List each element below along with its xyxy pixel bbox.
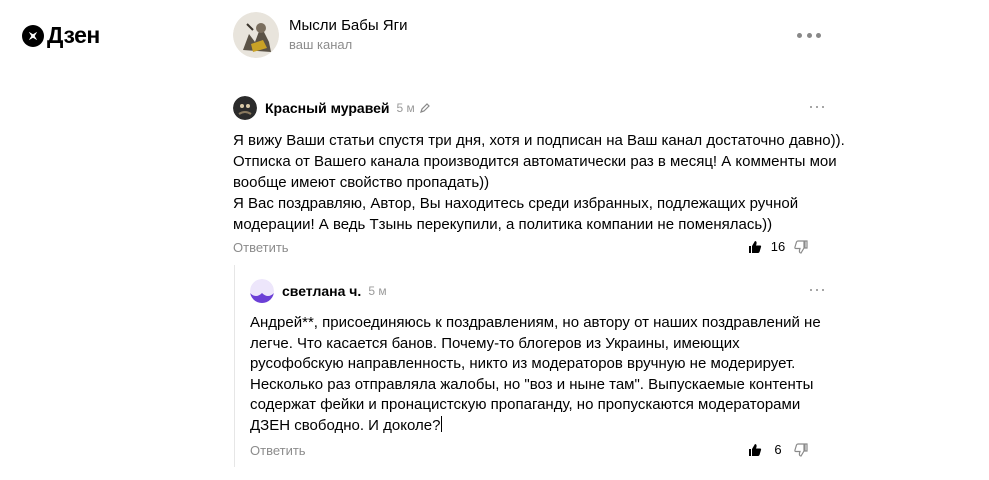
avatar[interactable]	[250, 279, 274, 303]
channel-header: Мысли Бабы Яги ваш канал	[233, 12, 407, 58]
like-count: 6	[774, 442, 782, 457]
comment: Красный муравей 5 м	[233, 96, 833, 120]
comment-more-icon[interactable]	[810, 289, 824, 293]
reply-button[interactable]: Ответить	[250, 443, 306, 458]
pencil-icon	[419, 103, 430, 113]
channel-subtitle: ваш канал	[289, 37, 353, 52]
comment-time: 5 м	[396, 101, 415, 115]
dzen-logo-icon	[22, 24, 44, 47]
reply-button[interactable]: Ответить	[233, 240, 289, 255]
thumb-down-icon[interactable]	[794, 442, 808, 457]
channel-name[interactable]: Мысли Бабы Яги	[289, 16, 407, 36]
comment-more-icon[interactable]	[810, 106, 824, 110]
channel-more-icon[interactable]	[797, 33, 821, 39]
dzen-logo[interactable]: Дзен	[22, 22, 100, 49]
thumb-up-icon[interactable]	[748, 240, 762, 254]
thread-line	[234, 265, 235, 467]
reactions: 6	[748, 442, 808, 457]
comment-time: 5 м	[368, 284, 387, 298]
comment-text[interactable]: Андрей**, присоединяюсь к поздравлениям,…	[250, 314, 821, 434]
avatar[interactable]	[233, 96, 257, 120]
thumb-down-icon[interactable]	[794, 239, 808, 254]
reactions: 16	[748, 239, 808, 254]
channel-avatar[interactable]	[233, 12, 279, 58]
thumb-up-icon[interactable]	[748, 443, 762, 457]
comment: светлана ч. 5 м	[250, 279, 810, 303]
comment-text: Я вижу Ваши статьи спустя три дня, хотя …	[233, 132, 845, 233]
like-count: 16	[770, 239, 786, 254]
comment-author[interactable]: Красный муравей	[265, 100, 390, 116]
comment-author[interactable]: светлана ч.	[282, 283, 361, 299]
logo-text: Дзен	[47, 22, 100, 48]
text-cursor	[441, 415, 443, 432]
